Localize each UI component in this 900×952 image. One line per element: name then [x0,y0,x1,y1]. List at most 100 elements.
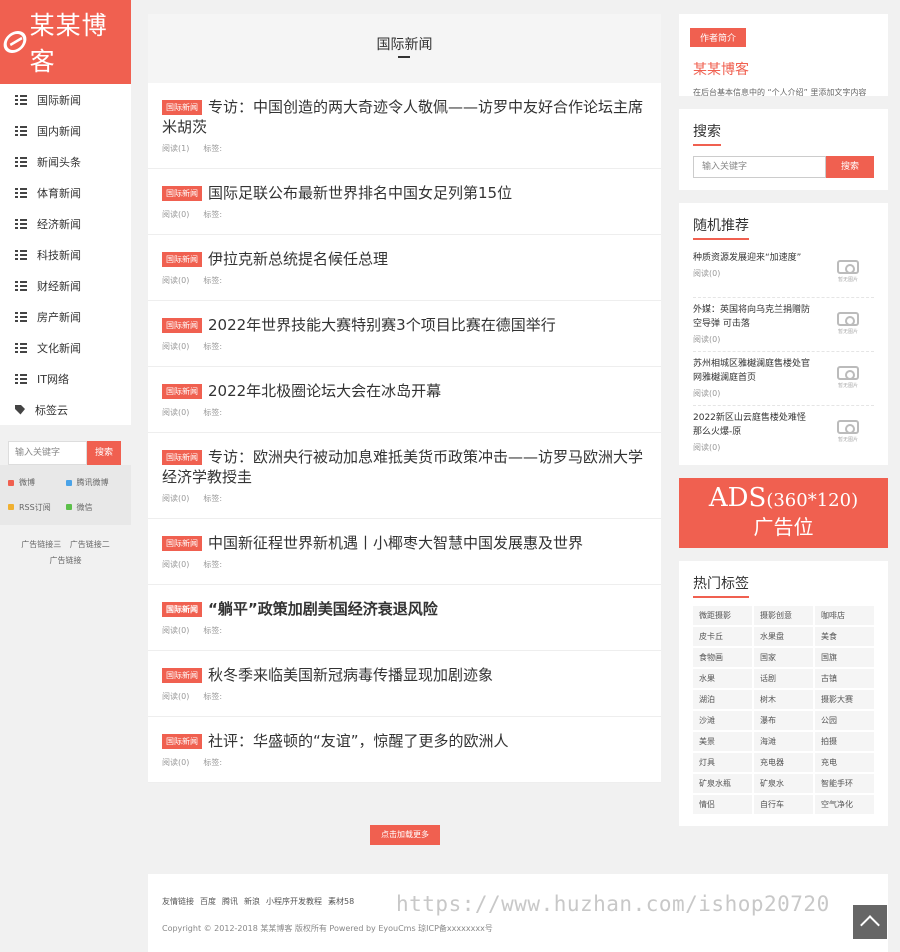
sidebar-search-input[interactable]: 输入关键字 [8,441,87,465]
sidebar-item[interactable]: IT网络 [0,363,131,394]
category-badge[interactable]: 国际新闻 [162,252,202,267]
category-badge[interactable]: 国际新闻 [162,734,202,749]
tag-link[interactable]: 矿泉水 [754,774,813,793]
tag-link[interactable]: 矿泉水瓶 [693,774,752,793]
tag-link[interactable]: 沙滩 [693,711,752,730]
article-title[interactable]: 国际新闻 社评：华盛顿的“友谊”，惊醒了更多的欧洲人 [162,731,647,751]
sidebar-search-button[interactable]: 搜索 [87,441,121,465]
article-item[interactable]: 国际新闻 2022年世界技能大赛特别赛3个项目比赛在德国举行 阅读(0) 标签: [148,301,661,367]
article-title-text[interactable]: 伊拉克新总统提名候任总理 [208,250,388,268]
article-title[interactable]: 国际新闻 伊拉克新总统提名候任总理 [162,249,647,269]
tag-link[interactable]: 海滩 [754,732,813,751]
article-title-text[interactable]: 国际足联公布最新世界排名中国女足列第15位 [208,184,512,202]
friend-link[interactable]: 小程序开发教程 [266,897,322,906]
sidebar-item[interactable]: 国际新闻 [0,84,131,115]
article-title[interactable]: 国际新闻 国际足联公布最新世界排名中国女足列第15位 [162,183,647,203]
tag-link[interactable]: 水果盘 [754,627,813,646]
sidebar-item[interactable]: 文化新闻 [0,332,131,363]
tag-link[interactable]: 自行车 [754,795,813,814]
tag-link[interactable]: 古镇 [815,669,874,688]
recommend-item[interactable]: 苏州相城区雅樾澜庭售楼处官网雅樾澜庭首页 阅读(0) 暂无图片 [693,352,874,406]
tag-link[interactable]: 国旗 [815,648,874,667]
recommend-item[interactable]: 外媒：英国将向乌克兰捐赠防空导弹 可击落 阅读(0) 暂无图片 [693,298,874,352]
sidebar-item[interactable]: 财经新闻 [0,270,131,301]
category-badge[interactable]: 国际新闻 [162,186,202,201]
tag-link[interactable]: 瀑布 [754,711,813,730]
tag-link[interactable]: 摄影创意 [754,606,813,625]
tag-link[interactable]: 水果 [693,669,752,688]
share-link[interactable]: 腾讯微博 [65,477,124,495]
article-item[interactable]: 国际新闻 专访：欧洲央行被动加息难抵美货币政策冲击——访罗马欧洲大学经济学教授圭阅… [148,433,661,519]
article-title-text[interactable]: “躺平”政策加剧美国经济衰退风险 [208,600,438,618]
recommend-thumbnail[interactable]: 暂无图片 [828,251,868,291]
article-title[interactable]: 国际新闻 中国新征程世界新机遇丨小椰枣大智慧中国发展惠及世界 [162,533,647,553]
recommend-thumbnail[interactable]: 暂无图片 [828,411,868,451]
recommend-item[interactable]: 种质资源发展迎来“加速度” 阅读(0) 暂无图片 [693,246,874,298]
article-title-text[interactable]: 专访：中国创造的两大奇迹令人敬佩——访罗中友好合作论坛主席米胡茨 [162,98,643,136]
recommend-title[interactable]: 2022新区山云庭售楼处难怪那么火爆-原 [693,411,811,439]
sidebar-item[interactable]: 经济新闻 [0,208,131,239]
friend-link[interactable]: 素材58 [328,897,354,906]
share-link[interactable]: RSS订阅 [8,502,66,520]
article-title-text[interactable]: 秋冬季来临美国新冠病毒传播显现加剧迹象 [208,666,493,684]
search-input[interactable]: 输入关键字 [693,156,826,178]
tag-link[interactable]: 树木 [754,690,813,709]
sidebar-item[interactable]: 新闻头条 [0,146,131,177]
category-badge[interactable]: 国际新闻 [162,384,202,399]
tag-link[interactable]: 咖啡店 [815,606,874,625]
load-more-button[interactable]: 点击加载更多 [370,825,440,845]
tag-link[interactable]: 话剧 [754,669,813,688]
author-name[interactable]: 某某博客 [693,59,874,79]
category-badge[interactable]: 国际新闻 [162,602,202,617]
tag-link[interactable]: 微距摄影 [693,606,752,625]
friend-link[interactable]: 腾讯 [222,897,238,906]
article-item[interactable]: 国际新闻 “躺平”政策加剧美国经济衰退风险 阅读(0) 标签: [148,585,661,651]
search-button[interactable]: 搜索 [826,156,874,178]
back-to-top-button[interactable] [853,905,887,939]
recommend-item[interactable]: 2022新区山云庭售楼处难怪那么火爆-原 阅读(0) 暂无图片 [693,406,874,459]
tag-link[interactable]: 美景 [693,732,752,751]
tag-link[interactable]: 灯具 [693,753,752,772]
article-title-text[interactable]: 社评：华盛顿的“友谊”，惊醒了更多的欧洲人 [208,732,509,750]
ad-banner[interactable]: ADS(360*120) 广告位 [679,478,888,548]
tag-link[interactable]: 公园 [815,711,874,730]
article-title[interactable]: 国际新闻 专访：欧洲央行被动加息难抵美货币政策冲击——访罗马欧洲大学经济学教授圭 [162,447,647,487]
article-title-text[interactable]: 中国新征程世界新机遇丨小椰枣大智慧中国发展惠及世界 [208,534,583,552]
article-item[interactable]: 国际新闻 专访：中国创造的两大奇迹令人敬佩——访罗中友好合作论坛主席米胡茨 阅读(1… [148,83,661,169]
recommend-thumbnail[interactable]: 暂无图片 [828,357,868,397]
category-badge[interactable]: 国际新闻 [162,536,202,551]
tag-link[interactable]: 充电 [815,753,874,772]
share-link[interactable]: 微信 [65,502,124,520]
article-item[interactable]: 国际新闻 国际足联公布最新世界排名中国女足列第15位 阅读(0) 标签: [148,169,661,235]
article-title[interactable]: 国际新闻 专访：中国创造的两大奇迹令人敬佩——访罗中友好合作论坛主席米胡茨 [162,97,647,137]
friend-link[interactable]: 百度 [200,897,216,906]
article-item[interactable]: 国际新闻 伊拉克新总统提名候任总理 阅读(0) 标签: [148,235,661,301]
article-title-text[interactable]: 2022年世界技能大赛特别赛3个项目比赛在德国举行 [208,316,556,334]
sidebar-item[interactable]: 科技新闻 [0,239,131,270]
tag-link[interactable]: 美食 [815,627,874,646]
article-title[interactable]: 国际新闻 秋冬季来临美国新冠病毒传播显现加剧迹象 [162,665,647,685]
tag-link[interactable]: 国家 [754,648,813,667]
article-item[interactable]: 国际新闻 秋冬季来临美国新冠病毒传播显现加剧迹象 阅读(0) 标签: [148,651,661,717]
article-item[interactable]: 国际新闻 社评：华盛顿的“友谊”，惊醒了更多的欧洲人 阅读(0) 标签: [148,717,661,783]
category-badge[interactable]: 国际新闻 [162,100,202,115]
article-item[interactable]: 国际新闻 中国新征程世界新机遇丨小椰枣大智慧中国发展惠及世界 阅读(0) 标签: [148,519,661,585]
tag-link[interactable]: 拍摄 [815,732,874,751]
recommend-title[interactable]: 种质资源发展迎来“加速度” [693,251,811,265]
tag-link[interactable]: 摄影大赛 [815,690,874,709]
recommend-title[interactable]: 苏州相城区雅樾澜庭售楼处官网雅樾澜庭首页 [693,357,811,385]
article-item[interactable]: 国际新闻 2022年北极圈论坛大会在冰岛开幕 阅读(0) 标签: [148,367,661,433]
tag-link[interactable]: 皮卡丘 [693,627,752,646]
article-title[interactable]: 国际新闻 2022年北极圈论坛大会在冰岛开幕 [162,381,647,401]
category-badge[interactable]: 国际新闻 [162,668,202,683]
tag-link[interactable]: 情侣 [693,795,752,814]
ad-link[interactable]: 广告链接二 [70,540,110,549]
article-title-text[interactable]: 专访：欧洲央行被动加息难抵美货币政策冲击——访罗马欧洲大学经济学教授圭 [162,448,643,486]
tag-link[interactable]: 食物画 [693,648,752,667]
article-title[interactable]: 国际新闻 2022年世界技能大赛特别赛3个项目比赛在德国举行 [162,315,647,335]
sidebar-item[interactable]: 体育新闻 [0,177,131,208]
category-badge[interactable]: 国际新闻 [162,318,202,333]
friend-link[interactable]: 新浪 [244,897,260,906]
share-link[interactable]: 微博 [8,477,66,495]
tag-link[interactable]: 智能手环 [815,774,874,793]
